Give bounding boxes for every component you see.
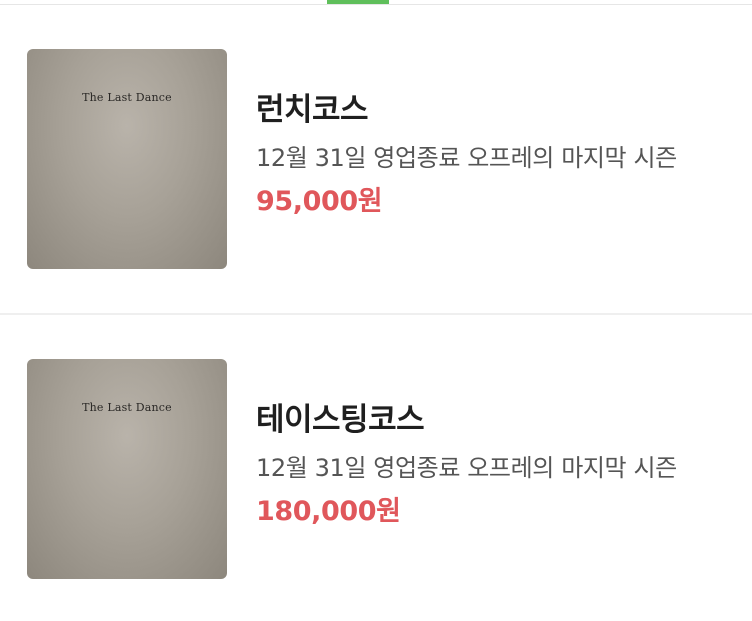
course-description: 12월 31일 영업종료 오프레의 마지막 시즌 [256, 144, 677, 172]
course-image-caption: The Last Dance [82, 401, 172, 414]
course-item-tasting[interactable]: The Last Dance 테이스팅코스 12월 31일 영업종료 오프레의 … [0, 313, 752, 621]
course-info: 런치코스 12월 31일 영업종료 오프레의 마지막 시즌 95,000원 [256, 92, 677, 217]
item-divider [0, 313, 752, 315]
course-image-caption: The Last Dance [82, 91, 172, 104]
course-image[interactable]: The Last Dance [27, 359, 227, 579]
course-price: 95,000원 [256, 186, 383, 217]
course-title: 런치코스 [256, 92, 369, 128]
course-title: 테이스팅코스 [256, 402, 425, 438]
course-description: 12월 31일 영업종료 오프레의 마지막 시즌 [256, 454, 677, 482]
course-price: 180,000원 [256, 496, 401, 527]
course-info: 테이스팅코스 12월 31일 영업종료 오프레의 마지막 시즌 180,000원 [256, 402, 677, 527]
active-tab-indicator [327, 0, 389, 4]
course-image[interactable]: The Last Dance [27, 49, 227, 269]
course-item-lunch[interactable]: The Last Dance 런치코스 12월 31일 영업종료 오프레의 마지… [0, 5, 752, 313]
